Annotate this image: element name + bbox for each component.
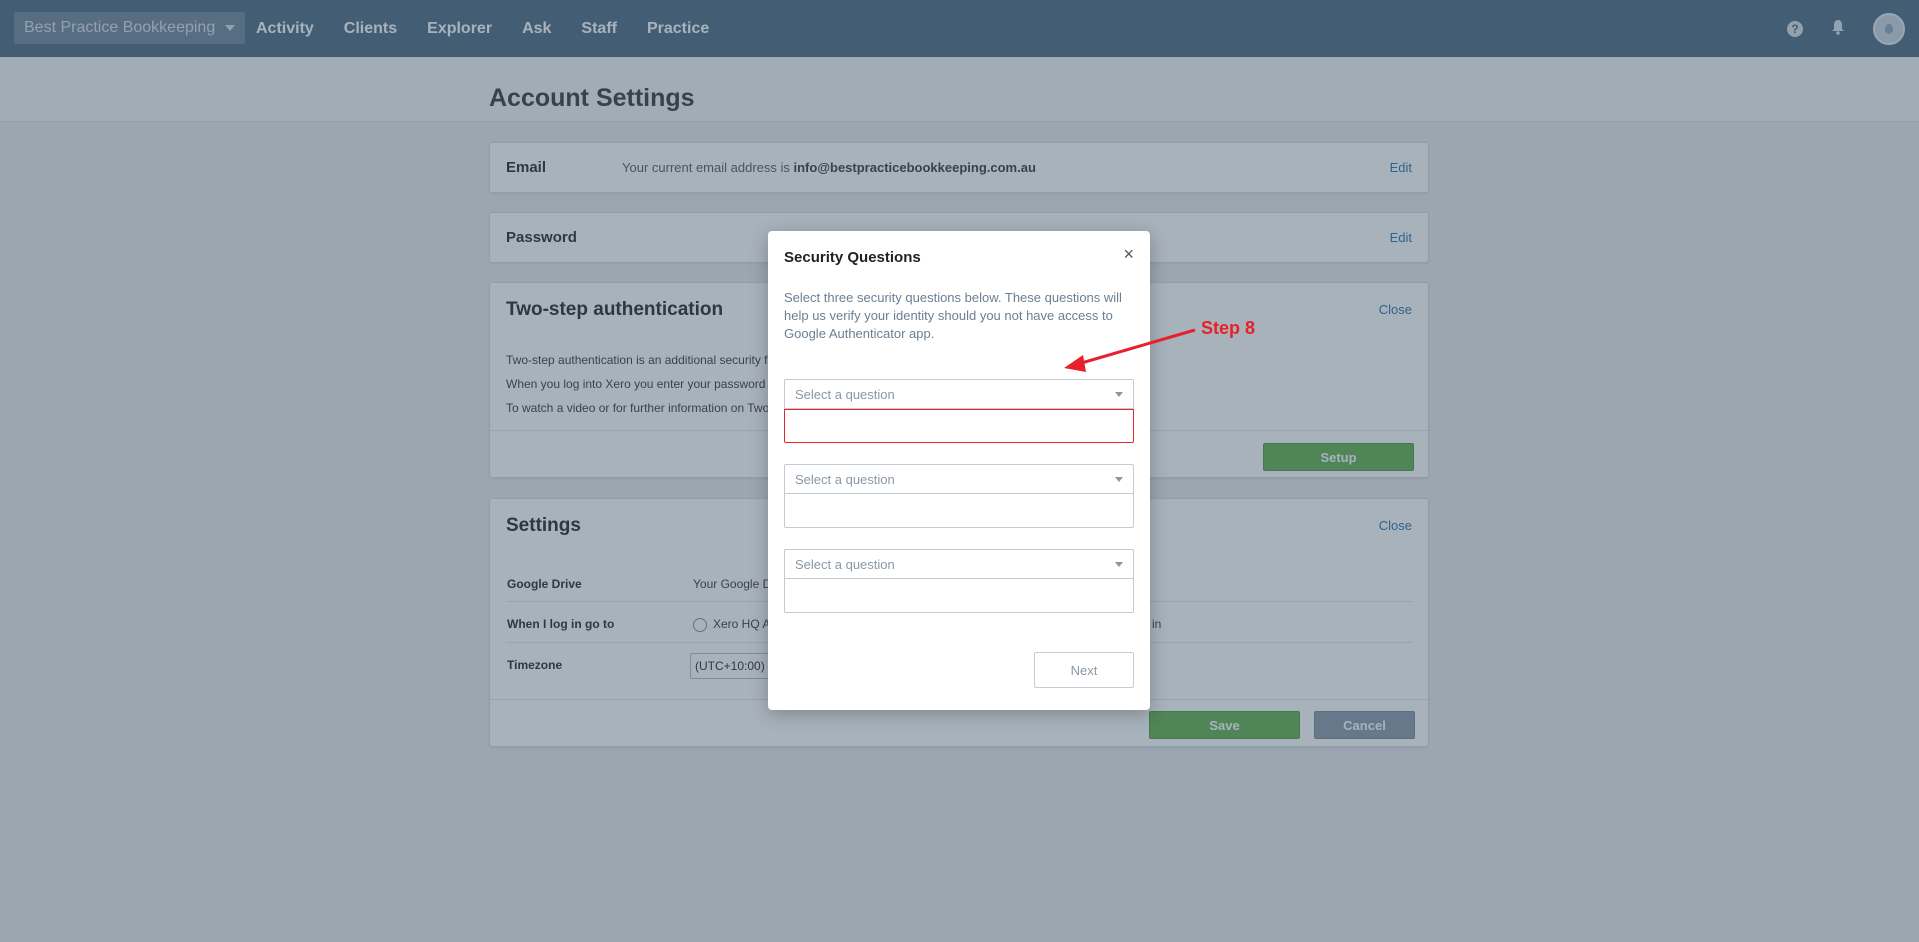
security-question-3: Select a question (784, 549, 1134, 613)
question-select-placeholder: Select a question (795, 471, 895, 487)
answer-input[interactable] (784, 409, 1134, 443)
question-select[interactable]: Select a question (784, 464, 1134, 494)
chevron-down-icon (1115, 391, 1123, 397)
question-select-placeholder: Select a question (795, 386, 895, 402)
next-button[interactable]: Next (1034, 652, 1134, 688)
modal-description: Select three security questions below. T… (784, 290, 1122, 341)
answer-input[interactable] (784, 494, 1134, 528)
chevron-down-icon (1115, 561, 1123, 567)
question-select-placeholder: Select a question (795, 556, 895, 572)
security-question-1: Select a question (784, 379, 1134, 443)
answer-input[interactable] (784, 579, 1134, 613)
question-select[interactable]: Select a question (784, 549, 1134, 579)
close-icon[interactable]: × (1123, 245, 1134, 263)
step-annotation-label: Step 8 (1201, 318, 1256, 338)
modal-title: Security Questions (784, 249, 921, 266)
security-questions-modal: Security Questions × Select three securi… (768, 231, 1150, 710)
chevron-down-icon (1115, 476, 1123, 482)
question-select[interactable]: Select a question (784, 379, 1134, 409)
security-question-2: Select a question (784, 464, 1134, 528)
